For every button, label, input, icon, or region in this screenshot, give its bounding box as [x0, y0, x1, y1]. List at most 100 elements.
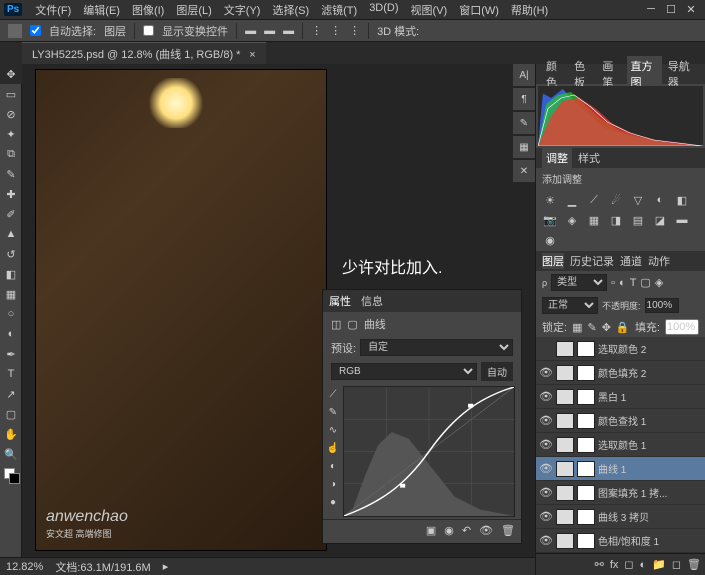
invert-icon[interactable]: ◨	[608, 213, 624, 227]
document-info[interactable]: 文档:63.1M/191.6M	[55, 559, 150, 575]
layer-thumb[interactable]	[556, 533, 574, 549]
layer-mask-thumb[interactable]	[577, 413, 595, 429]
tab-history[interactable]: 历史记录	[570, 253, 614, 269]
eraser-tool[interactable]: ◧	[0, 264, 22, 284]
layer-fx-icon[interactable]: fx	[610, 559, 619, 571]
visibility-toggle[interactable]: 👁	[539, 462, 553, 475]
gradient-map-icon[interactable]: ▬	[674, 213, 690, 227]
visibility-toggle[interactable]: 👁	[539, 486, 553, 499]
selective-color-icon[interactable]: ◉	[542, 233, 558, 247]
new-layer-icon[interactable]: ◻	[672, 558, 681, 571]
lasso-tool[interactable]: ⊘	[0, 104, 22, 124]
menu-type[interactable]: 文字(Y)	[219, 0, 266, 20]
crop-tool[interactable]: ⧉	[0, 144, 22, 164]
filter-kind-dropdown[interactable]: 类型	[551, 274, 607, 291]
channel-dropdown[interactable]: RGB	[331, 363, 477, 380]
lookup-icon[interactable]: ▦	[586, 213, 602, 227]
layer-name[interactable]: 颜色查找 1	[598, 413, 702, 428]
distribute-icon-2[interactable]: ⋮	[330, 24, 341, 37]
distribute-icon[interactable]: ⋮	[311, 24, 322, 37]
curve-point-tool[interactable]: ⟋	[325, 386, 341, 402]
type-tool[interactable]: T	[0, 364, 22, 384]
lock-all-icon[interactable]: 🔒	[616, 321, 630, 334]
lock-pixels-icon[interactable]: ✎	[587, 321, 596, 334]
new-adj-layer-icon[interactable]: ◐	[640, 559, 647, 571]
delete-layer-icon[interactable]: 🗑	[687, 558, 701, 571]
toggle-visibility-icon[interactable]: 👁	[479, 524, 493, 537]
menu-filter[interactable]: 滤镜(T)	[316, 0, 362, 20]
layer-name[interactable]: 黑白 1	[598, 389, 702, 404]
close-button[interactable]: ✕	[685, 3, 697, 16]
tab-styles[interactable]: 样式	[574, 148, 604, 168]
show-transform-checkbox[interactable]	[143, 25, 154, 36]
document-tab[interactable]: LY3H5225.psd @ 12.8% (曲线 1, RGB/8) * ×	[22, 42, 266, 65]
bw-icon[interactable]: ◧	[674, 193, 690, 207]
menu-view[interactable]: 视图(V)	[406, 0, 453, 20]
layer-name[interactable]: 选取颜色 2	[598, 341, 702, 356]
distribute-icon-3[interactable]: ⋮	[349, 24, 360, 37]
layer-mask-thumb[interactable]	[577, 437, 595, 453]
hand-tool[interactable]: ✋	[0, 424, 22, 444]
menu-file[interactable]: 文件(F)	[30, 0, 76, 20]
layer-thumb[interactable]	[556, 485, 574, 501]
clip-icon[interactable]: ▣	[426, 524, 436, 537]
wand-tool[interactable]: ✦	[0, 124, 22, 144]
stamp-tool[interactable]: ▲	[0, 224, 22, 244]
align-center-icon[interactable]: ▬	[264, 25, 275, 37]
layer-mask-thumb[interactable]	[577, 389, 595, 405]
reset-icon[interactable]: ↶	[462, 524, 471, 537]
link-layers-icon[interactable]: ⚯	[595, 558, 604, 571]
menu-edit[interactable]: 编辑(E)	[78, 0, 125, 20]
layer-mask-thumb[interactable]	[577, 533, 595, 549]
layer-name[interactable]: 选取颜色 1	[598, 437, 702, 452]
layer-name[interactable]: 颜色填充 2	[598, 365, 702, 380]
curve-smooth-tool[interactable]: ∿	[325, 422, 341, 438]
filter-adj-icon[interactable]: ◐	[619, 277, 626, 289]
threshold-icon[interactable]: ◪	[652, 213, 668, 227]
visibility-toggle[interactable]: 👁	[539, 510, 553, 523]
tab-adjustments[interactable]: 调整	[542, 148, 572, 168]
blend-mode-dropdown[interactable]: 正常	[542, 297, 598, 314]
shape-tool[interactable]: ▢	[0, 404, 22, 424]
layer-row[interactable]: 👁黑白 1	[536, 385, 705, 409]
lock-transparent-icon[interactable]: ▦	[572, 321, 582, 334]
layer-dropdown[interactable]: 图层	[104, 23, 126, 39]
pen-tool[interactable]: ✒	[0, 344, 22, 364]
menu-help[interactable]: 帮助(H)	[506, 0, 553, 20]
brush-tool[interactable]: ✐	[0, 204, 22, 224]
auto-button[interactable]: 自动	[481, 362, 513, 381]
menu-3d[interactable]: 3D(D)	[364, 0, 403, 20]
eyedropper-tool[interactable]: ✎	[0, 164, 22, 184]
hue-icon[interactable]: ◐	[652, 193, 668, 207]
layer-mask-thumb[interactable]	[577, 461, 595, 477]
fill-input[interactable]	[665, 319, 699, 335]
gray-point-tool[interactable]: ◑	[325, 476, 341, 492]
auto-select-checkbox[interactable]	[30, 25, 41, 36]
document-canvas[interactable]: anwenchao 安文超 高端修图	[36, 70, 326, 550]
white-point-tool[interactable]: ◐	[325, 458, 341, 474]
align-left-icon[interactable]: ▬	[245, 25, 256, 37]
layer-mask-thumb[interactable]	[577, 341, 595, 357]
brightness-icon[interactable]: ☀	[542, 193, 558, 207]
layer-thumb[interactable]	[556, 461, 574, 477]
exposure-icon[interactable]: ☄	[608, 193, 624, 207]
tab-actions[interactable]: 动作	[648, 253, 670, 269]
layer-mask-icon[interactable]: ◻	[624, 558, 633, 571]
curve-draw-tool[interactable]: ✎	[325, 404, 341, 420]
layer-name[interactable]: 曲线 3 拷贝	[598, 509, 702, 524]
lock-position-icon[interactable]: ✥	[602, 321, 611, 334]
layer-row[interactable]: 👁颜色查找 1	[536, 409, 705, 433]
curve-sample-tool[interactable]: ☝	[325, 440, 341, 456]
blur-tool[interactable]: ○	[0, 304, 22, 324]
layer-thumb[interactable]	[556, 365, 574, 381]
close-panel-icon[interactable]: ✕	[513, 160, 535, 182]
levels-icon[interactable]: ▁	[564, 193, 580, 207]
dodge-tool[interactable]: ◐	[0, 324, 22, 344]
black-point-tool[interactable]: ●	[325, 494, 341, 510]
layer-mask-thumb[interactable]	[577, 485, 595, 501]
gradient-tool[interactable]: ▦	[0, 284, 22, 304]
vibrance-icon[interactable]: ▽	[630, 193, 646, 207]
marquee-tool[interactable]: ▭	[0, 84, 22, 104]
visibility-toggle[interactable]: 👁	[539, 438, 553, 451]
menu-window[interactable]: 窗口(W)	[454, 0, 504, 20]
